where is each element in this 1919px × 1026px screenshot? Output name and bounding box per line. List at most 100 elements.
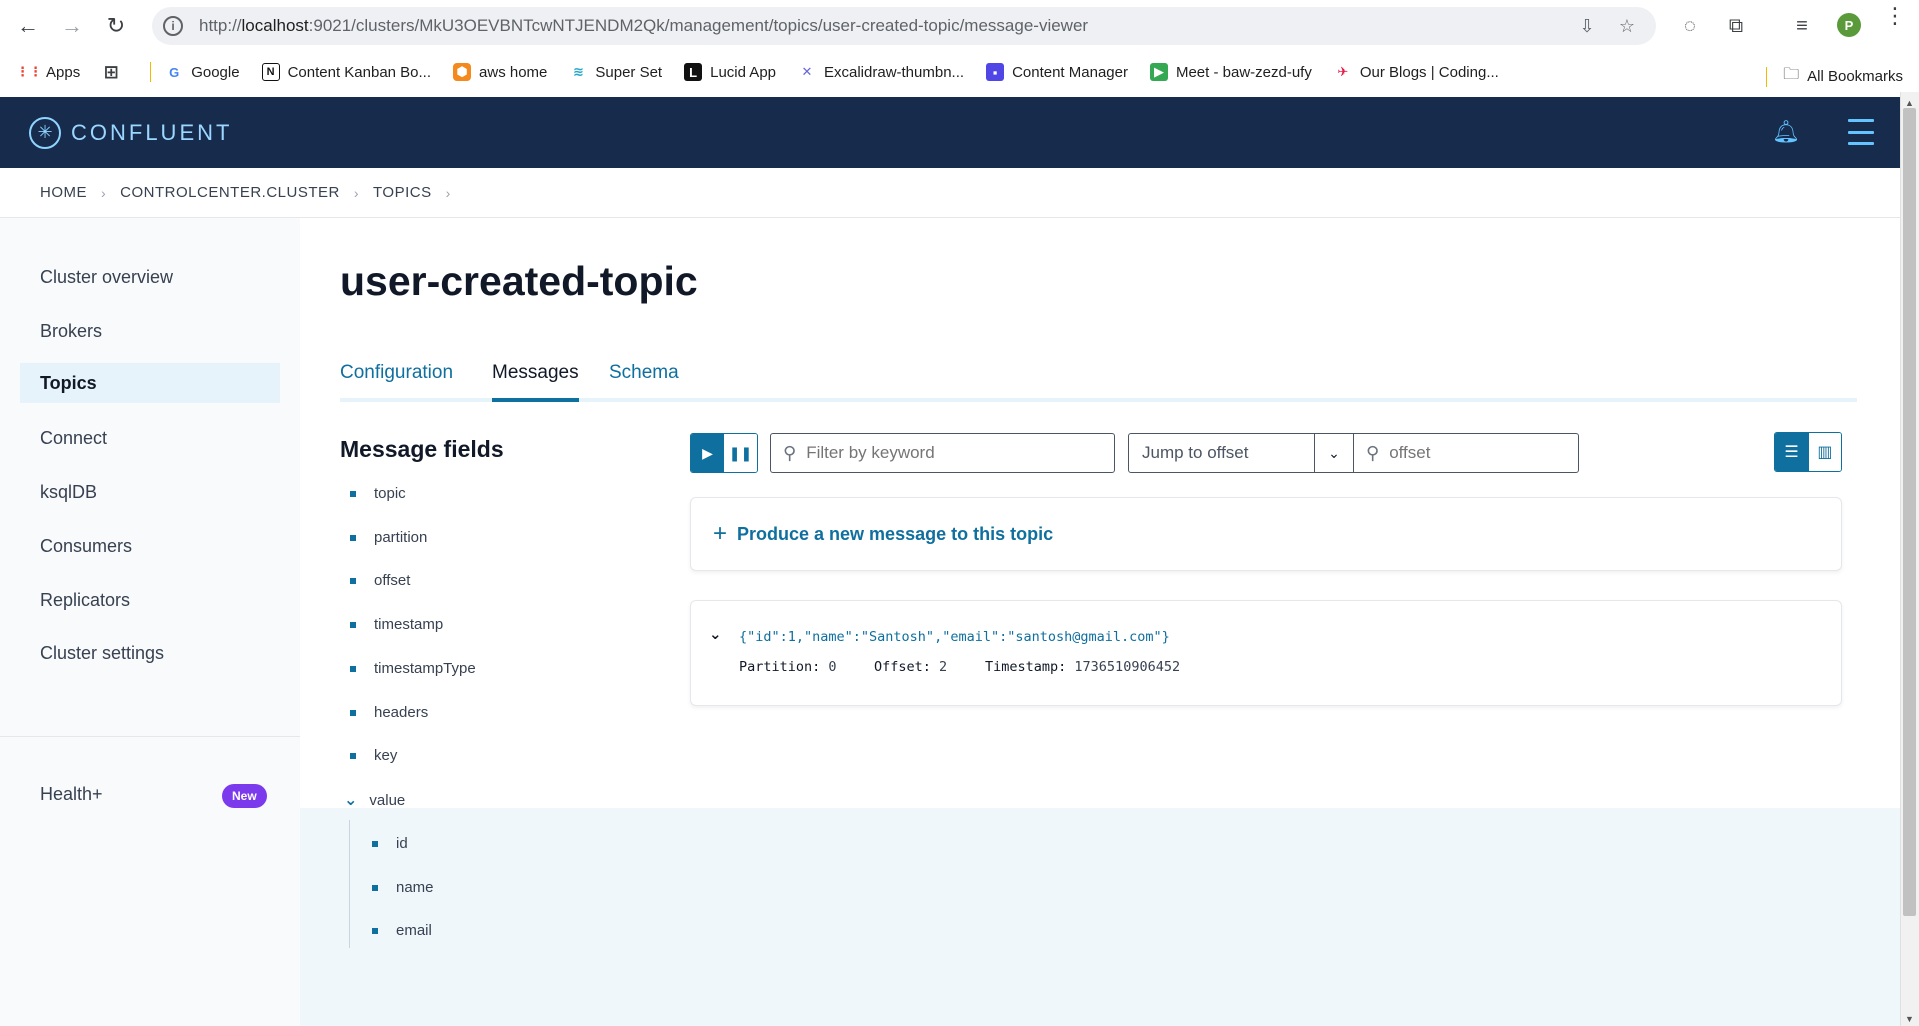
app-header: ✳ CONFLUENT 🔔︎ [0,97,1900,168]
message-value-json: {"id":1,"name":"Santosh","email":"santos… [739,629,1170,645]
filter-keyword-input[interactable]: ⚲ [770,433,1115,473]
excalidraw-icon: ✕ [801,64,813,79]
field-label: offset [374,572,411,589]
bookmark-lucid-app[interactable]: L Lucid App [684,63,776,81]
bookmark-apps[interactable]: ⋮⋮ Apps [16,63,80,81]
field-timestamp-type[interactable]: timestampType [350,660,476,677]
message-card[interactable]: ⌄ {"id":1,"name":"Santosh","email":"sant… [690,600,1842,706]
bullet-icon [372,884,378,891]
bullet-icon [350,665,356,672]
bookmark-content-manager[interactable]: ▪ Content Manager [986,63,1128,81]
partition-label: Partition: [739,659,821,675]
chevron-down-icon[interactable]: ⌄ [1314,434,1353,472]
sidebar-item-health-plus[interactable]: Health+ [40,784,103,805]
extensions-puzzle-icon[interactable]: ⧉ [1724,14,1748,38]
sidebar: Cluster overview Brokers Topics Connect … [0,218,300,1026]
timestamp-value: 1736510906452 [1074,659,1181,675]
field-value[interactable]: ⌄ value [344,790,405,810]
address-bar[interactable]: i http://localhost:9021/clusters/MkU3OEV… [152,7,1656,45]
filter-keyword-field[interactable] [806,443,1067,463]
list-view-icon[interactable]: ☰ [1775,433,1808,471]
confluent-logo[interactable]: ✳ CONFLUENT [29,116,232,149]
field-partition[interactable]: partition [350,529,427,546]
new-badge: New [222,784,267,808]
field-value-email[interactable]: email [372,922,432,939]
sidebar-item-cluster-overview[interactable]: Cluster overview [20,257,280,297]
bookmark-our-blogs[interactable]: ✈ Our Blogs | Coding... [1334,63,1498,81]
field-timestamp[interactable]: timestamp [350,616,443,633]
folder-icon: 🗀 [1783,66,1800,83]
site-info-icon[interactable]: i [163,16,183,36]
sidebar-item-replicators[interactable]: Replicators [20,580,280,620]
offset-input[interactable]: ⚲ [1353,433,1611,473]
sidebar-item-topics[interactable]: Topics [20,363,280,403]
scroll-up-arrow-icon[interactable]: ▲ [1905,98,1914,108]
bookmark-super-set[interactable]: ≋ Super Set [569,63,662,81]
breadcrumb-home[interactable]: HOME [40,184,87,201]
bookmark-label: Super Set [595,63,663,81]
sidebar-item-consumers[interactable]: Consumers [20,526,280,566]
back-arrow-icon[interactable]: ← [12,10,44,42]
sidebar-item-connect[interactable]: Connect [20,418,280,458]
pause-icon[interactable]: ❚❚ [724,434,757,472]
forward-arrow-icon[interactable]: → [56,10,88,42]
field-value-id[interactable]: id [372,835,408,852]
search-icon: ⚲ [1366,442,1380,463]
search-icon: ⚲ [783,442,797,463]
card-view-icon[interactable]: ▥ [1807,433,1841,471]
menu-dots-icon[interactable]: ⋮ [1884,5,1906,27]
superset-icon: ≋ [572,64,584,79]
field-offset[interactable]: offset [350,572,410,589]
field-value-name[interactable]: name [372,879,434,896]
tab-messages[interactable]: Messages [492,362,579,402]
media-queue-icon[interactable]: ≡ [1790,14,1814,38]
bullet-icon [372,927,378,934]
jump-to-label: Jump to offset [1142,443,1249,462]
topic-tabs: Configuration Messages Schema [340,362,1857,402]
chevron-right-icon: › [353,184,360,201]
sidebar-item-cluster-settings[interactable]: Cluster settings [20,633,280,673]
message-partition: Partition: 0 [739,659,837,675]
hamburger-menu-icon[interactable] [1848,119,1874,145]
chevron-down-icon[interactable]: ⌄ [344,790,357,810]
grid-icon: ⊞ [103,61,119,82]
view-mode-toggle: ☰ ▥ [1774,432,1842,472]
install-app-icon[interactable]: ⇩ [1576,15,1598,37]
breadcrumb-cluster[interactable]: CONTROLCENTER.CLUSTER [120,184,340,201]
field-label: key [374,747,398,764]
notion-icon: N [261,63,280,81]
url-path: :9021/clusters/MkU3OEVBNTcwNTJENDM2Qk/ma… [308,16,1089,35]
scroll-down-arrow-icon[interactable]: ▼ [1905,1014,1914,1024]
tab-configuration[interactable]: Configuration [340,362,453,402]
field-topic[interactable]: topic [350,485,406,502]
bookmark-aws-home[interactable]: ⬢ aws home [453,63,547,81]
sidebar-item-ksqldb[interactable]: ksqlDB [20,472,280,512]
bookmark-grid[interactable]: ⊞ [102,61,128,82]
bookmark-star-icon[interactable]: ☆ [1616,15,1638,37]
breadcrumb-topics[interactable]: TOPICS [373,184,432,201]
field-label: timestamp [374,616,444,633]
play-icon[interactable]: ▶ [691,434,724,472]
meet-icon: ▶ [1149,63,1168,81]
bullet-icon [350,709,356,716]
bookmark-excalidraw[interactable]: ✕ Excalidraw-thumbn... [798,63,965,81]
produce-message-button[interactable]: + Produce a new message to this topic [690,497,1842,571]
profile-avatar[interactable]: P [1837,13,1861,37]
chevron-down-icon[interactable]: ⌄ [709,625,722,643]
offset-field[interactable] [1389,443,1611,463]
message-offset: Offset: 2 [874,659,947,675]
field-headers[interactable]: headers [350,704,428,721]
extension-blob-icon[interactable]: ◌ [1678,14,1702,38]
jump-to-select[interactable]: Jump to offset ⌄ [1128,433,1354,473]
field-key[interactable]: key [350,747,397,764]
reload-icon[interactable]: ↻ [100,10,132,42]
bookmark-content-kanban[interactable]: N Content Kanban Bo... [261,63,431,81]
scrollbar-thumb[interactable] [1903,108,1916,916]
tab-schema[interactable]: Schema [609,362,679,402]
notification-bell-icon[interactable]: 🔔︎ [1772,119,1800,145]
all-bookmarks[interactable]: 🗀 All Bookmarks [1766,63,1903,90]
sidebar-item-brokers[interactable]: Brokers [20,311,280,351]
bookmark-google[interactable]: G Google [165,63,239,81]
sidebar-divider [0,736,300,737]
bookmark-meet[interactable]: ▶ Meet - baw-zezd-ufy [1149,63,1312,81]
